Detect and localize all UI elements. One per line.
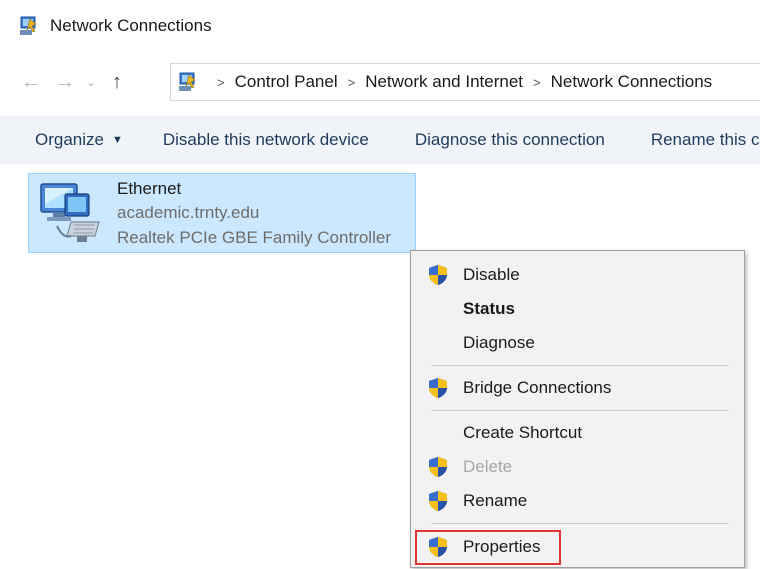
forward-button[interactable]: → bbox=[48, 65, 82, 99]
menu-item-label: Diagnose bbox=[463, 333, 535, 352]
menu-separator bbox=[431, 365, 729, 366]
breadcrumb-separator[interactable]: > bbox=[533, 75, 541, 90]
navigation-bar: ← → ⌄ ↑ > Control Panel > Network and In… bbox=[0, 58, 760, 106]
disable-device-label: Disable this network device bbox=[162, 130, 369, 149]
menu-item-label: Bridge Connections bbox=[463, 378, 612, 397]
menu-item-label: Create Shortcut bbox=[463, 423, 583, 442]
menu-separator bbox=[431, 523, 729, 524]
context-menu: Disable Status Diagnose Bridge Connectio… bbox=[410, 250, 745, 568]
connection-adapter: Realtek PCIe GBE Family Controller bbox=[117, 228, 391, 247]
menu-item-bridge-connections[interactable]: Bridge Connections bbox=[415, 372, 740, 404]
menu-item-delete: Delete bbox=[415, 451, 740, 483]
organize-label: Organize bbox=[35, 130, 104, 149]
connection-domain: academic.trnty.edu bbox=[117, 203, 260, 222]
uac-shield-icon bbox=[427, 264, 449, 286]
chevron-down-icon: ⌄ bbox=[85, 75, 97, 89]
uac-shield-icon bbox=[427, 377, 449, 399]
disable-device-button[interactable]: Disable this network device bbox=[151, 116, 381, 164]
menu-item-create-shortcut[interactable]: Create Shortcut bbox=[415, 417, 740, 449]
breadcrumb-network-and-internet[interactable]: Network and Internet bbox=[365, 72, 523, 92]
rename-connection-button[interactable]: Rename this connection bbox=[639, 116, 760, 164]
diagnose-connection-button[interactable]: Diagnose this connection bbox=[403, 116, 617, 164]
diagnose-connection-label: Diagnose this connection bbox=[414, 130, 605, 149]
organize-button[interactable]: Organize ▼ bbox=[23, 116, 135, 164]
breadcrumb-separator[interactable]: > bbox=[217, 75, 225, 90]
up-button[interactable]: ↑ bbox=[100, 65, 134, 99]
menu-separator bbox=[431, 410, 729, 411]
control-panel-icon bbox=[179, 72, 196, 91]
menu-item-label: Status bbox=[463, 299, 515, 318]
breadcrumb-control-panel[interactable]: Control Panel bbox=[235, 72, 338, 92]
menu-item-label: Delete bbox=[463, 457, 513, 476]
properties-highlight-box bbox=[415, 530, 561, 565]
recent-locations-button[interactable]: ⌄ bbox=[82, 65, 100, 99]
network-connections-icon bbox=[20, 16, 37, 35]
menu-item-disable[interactable]: Disable bbox=[415, 259, 740, 291]
menu-item-diagnose[interactable]: Diagnose bbox=[415, 327, 740, 359]
breadcrumb-network-connections[interactable]: Network Connections bbox=[551, 72, 713, 92]
uac-shield-icon bbox=[427, 456, 449, 478]
menu-item-rename[interactable]: Rename bbox=[415, 485, 740, 517]
connection-name: Ethernet bbox=[117, 179, 182, 198]
menu-item-label: Disable bbox=[463, 265, 520, 284]
ethernet-connection-item[interactable]: Ethernet academic.trnty.edu Realtek PCIe… bbox=[28, 173, 416, 253]
back-arrow-icon: ← bbox=[21, 70, 41, 93]
uac-shield-icon bbox=[427, 490, 449, 512]
command-bar: Organize ▼ Disable this network device D… bbox=[0, 116, 760, 164]
title-bar: Network Connections bbox=[0, 0, 760, 52]
back-button[interactable]: ← bbox=[14, 65, 48, 99]
up-arrow-icon: ↑ bbox=[112, 70, 122, 93]
address-bar[interactable]: > Control Panel > Network and Internet >… bbox=[170, 63, 760, 101]
menu-item-label: Rename bbox=[463, 491, 528, 510]
forward-arrow-icon: → bbox=[55, 70, 75, 93]
breadcrumb-separator[interactable]: > bbox=[348, 75, 356, 90]
menu-item-status[interactable]: Status bbox=[415, 293, 740, 325]
rename-connection-label: Rename this connection bbox=[650, 130, 760, 149]
window-title: Network Connections bbox=[50, 16, 212, 35]
ethernet-adapter-icon bbox=[40, 183, 100, 242]
caret-down-icon: ▼ bbox=[111, 134, 123, 146]
